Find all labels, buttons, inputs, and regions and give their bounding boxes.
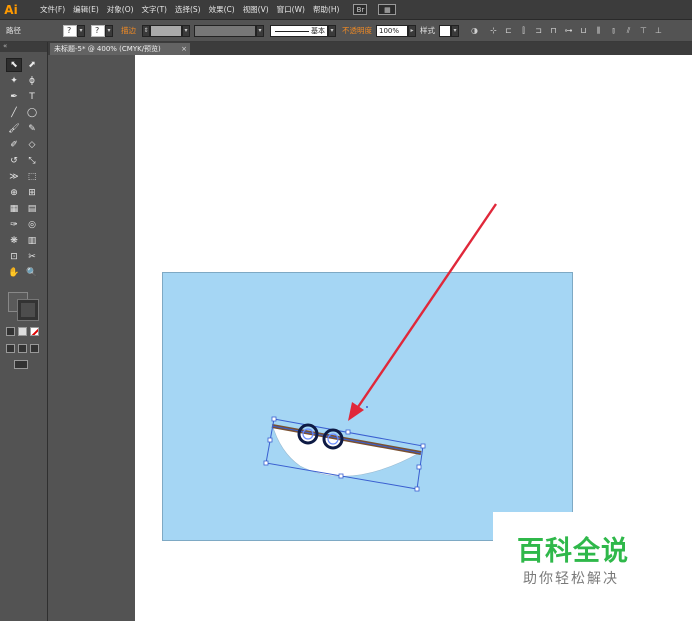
handle-middle-right[interactable]: [416, 464, 422, 470]
watermark-title: 百科全说: [517, 536, 629, 567]
handle-top-middle[interactable]: [345, 429, 351, 435]
handle-middle-left[interactable]: [267, 437, 273, 443]
handle-top-right[interactable]: [420, 443, 426, 449]
handle-bottom-middle[interactable]: [338, 473, 344, 479]
watermark: 百科全说 助你轻松解决: [493, 512, 664, 594]
watermark-subtitle: 助你轻松解决: [523, 571, 619, 587]
annotation-arrow-line: [355, 203, 497, 411]
center-point: [366, 406, 368, 408]
annotation-arrow-head: [348, 402, 364, 421]
handle-top-left[interactable]: [271, 416, 277, 422]
handle-bottom-right[interactable]: [414, 486, 420, 492]
handle-bottom-left[interactable]: [263, 460, 269, 466]
